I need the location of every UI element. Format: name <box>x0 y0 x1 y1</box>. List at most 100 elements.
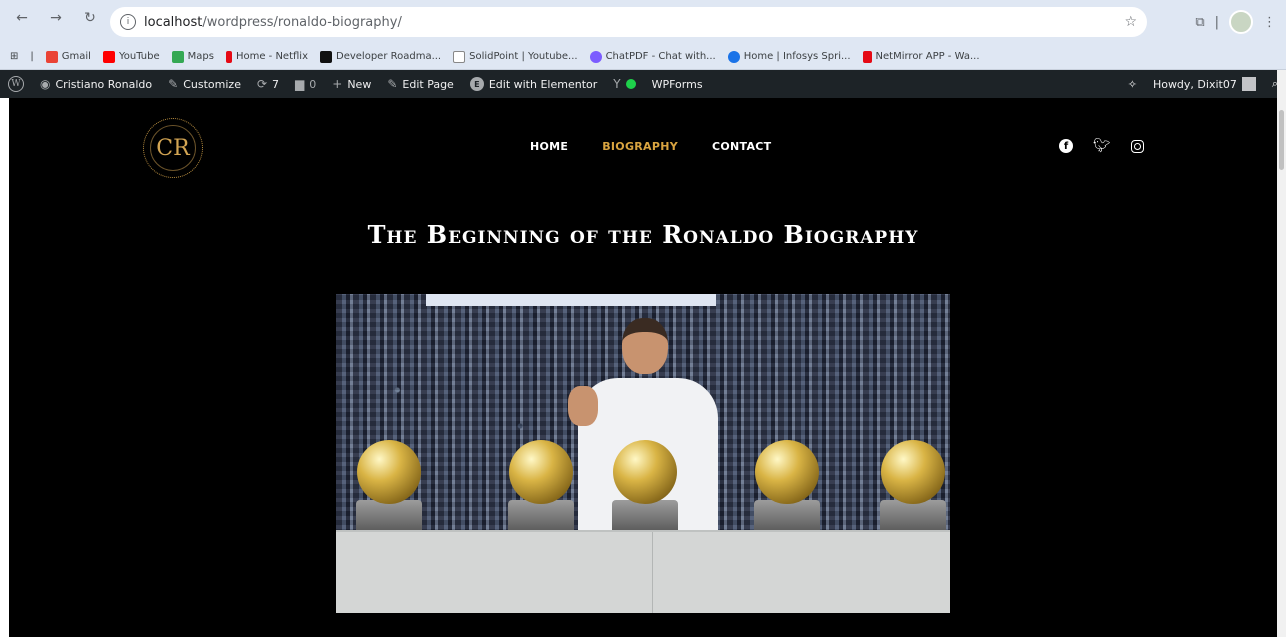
yoast-menu[interactable]: Y <box>605 77 643 91</box>
hero-image <box>336 294 950 613</box>
account-menu[interactable]: Howdy, Dixit07 <box>1145 77 1264 91</box>
comments-menu[interactable]: ▆ 0 <box>287 77 324 91</box>
browser-actions: ⧉ | ⋮ <box>1195 10 1276 34</box>
ballon-dor-trophy <box>755 440 819 504</box>
comment-icon: ▆ <box>295 77 305 91</box>
extensions-icon[interactable]: ⧉ <box>1195 15 1204 30</box>
twitter-icon[interactable]: 🐦︎ <box>1093 138 1111 154</box>
ballon-dor-trophy <box>881 440 945 504</box>
netflix-icon <box>225 50 232 63</box>
facebook-icon[interactable]: f <box>1059 139 1073 153</box>
new-content-menu[interactable]: + New <box>324 77 379 91</box>
elementor-icon: E <box>469 77 484 91</box>
bookmark-chatpdf[interactable]: ChatPDF - Chat with... <box>589 50 716 63</box>
social-links: f 🐦︎ <box>1059 138 1144 154</box>
customize-label: Customize <box>183 77 241 91</box>
bookmarks-bar: ⊞ | Gmail YouTube Maps Home - Netflix De… <box>0 44 1286 70</box>
solidpoint-icon <box>453 50 466 63</box>
comments-count: 0 <box>309 77 317 91</box>
elementor-label: Edit with Elementor <box>488 77 598 91</box>
logo-ring <box>150 125 196 171</box>
bookmark-star-icon[interactable]: ☆ <box>1124 14 1137 30</box>
bookmark-label: Home - Netflix <box>235 51 308 62</box>
wpforms-label: WPForms <box>651 77 703 91</box>
bookmark-netmirror[interactable]: NetMirror APP - Wa... <box>862 50 980 63</box>
bookmark-label: Maps <box>187 51 214 62</box>
wp-admin-bar: W ◉ Cristiano Ronaldo ✎ Customize ⟳ 7 ▆ 0 + N… <box>0 70 1286 98</box>
wpforms-menu[interactable]: WPForms <box>644 78 711 91</box>
bookmark-roadmap[interactable]: Developer Roadma... <box>320 50 442 63</box>
menu-item-home[interactable]: HOME <box>530 140 568 153</box>
bookmark-label: NetMirror APP - Wa... <box>875 51 980 62</box>
bookmark-label: ChatPDF - Chat with... <box>605 51 716 62</box>
netmirror-icon <box>862 50 872 63</box>
bookmark-youtube[interactable]: YouTube <box>102 50 160 63</box>
back-arrow-icon[interactable]: ← <box>12 10 32 26</box>
site-logo[interactable]: CR <box>143 118 203 178</box>
divider: | <box>30 51 34 62</box>
bookmark-solidpoint[interactable]: SolidPoint | Youtube... <box>453 50 578 63</box>
player-head <box>622 318 668 374</box>
edit-page-label: Edit Page <box>402 77 454 91</box>
page-content: CR HOME BIOGRAPHY CONTACT f 🐦︎ The Begin… <box>9 98 1277 637</box>
trophy-base <box>356 500 422 530</box>
updates-menu[interactable]: ⟳ 7 <box>249 77 287 91</box>
nav-buttons: ← → ↻ <box>12 10 100 26</box>
infosys-icon <box>727 50 740 63</box>
wordpress-icon: W <box>8 76 24 92</box>
admin-bar-right: ✧ Howdy, Dixit07 ⌕ <box>1120 77 1286 91</box>
player-hand <box>568 386 598 426</box>
yoast-icon: Y <box>613 77 621 91</box>
instagram-icon[interactable] <box>1130 139 1144 153</box>
edit-page-menu[interactable]: ✎ Edit Page <box>379 77 462 91</box>
ai-sparkle-menu[interactable]: ✧ <box>1120 78 1145 91</box>
menu-dots-icon[interactable]: ⋮ <box>1263 15 1276 30</box>
bookmark-label: Developer Roadma... <box>336 51 442 62</box>
pencil-icon: ✎ <box>387 77 398 91</box>
main-menu: HOME BIOGRAPHY CONTACT <box>530 140 771 153</box>
plus-icon: + <box>332 77 343 91</box>
youtube-icon <box>102 50 115 63</box>
chatpdf-icon <box>589 50 602 63</box>
page-scrollbar[interactable] <box>1277 70 1286 637</box>
ballon-dor-trophy <box>509 440 573 504</box>
trophy-base <box>508 500 574 530</box>
profile-avatar[interactable] <box>1229 10 1253 34</box>
customize-menu[interactable]: ✎ Customize <box>160 77 249 91</box>
bookmark-gmail[interactable]: Gmail <box>45 50 91 63</box>
browser-toolbar: ← → ↻ i localhost/wordpress/ronaldo-biog… <box>0 0 1286 44</box>
bookmark-netflix[interactable]: Home - Netflix <box>225 50 308 63</box>
divider: | <box>1214 14 1219 30</box>
url-host: localhost <box>144 14 203 30</box>
dashboard-icon: ◉ <box>40 77 51 91</box>
scrollbar-thumb[interactable] <box>1279 110 1284 170</box>
stadium-banner <box>426 294 716 306</box>
apps-grid-icon[interactable]: ⊞ <box>10 51 18 62</box>
bookmark-maps[interactable]: Maps <box>171 50 214 63</box>
site-info-icon[interactable]: i <box>120 14 136 30</box>
seo-status-icon <box>625 79 636 89</box>
howdy-label: Howdy, Dixit07 <box>1152 77 1237 91</box>
address-bar[interactable]: i localhost/wordpress/ronaldo-biography/… <box>110 7 1147 37</box>
reload-icon[interactable]: ↻ <box>80 10 100 26</box>
gmail-icon <box>45 50 58 63</box>
bookmark-infosys[interactable]: Home | Infosys Spri... <box>727 50 851 63</box>
forward-arrow-icon[interactable]: → <box>46 10 66 26</box>
bookmark-label: YouTube <box>118 51 160 62</box>
menu-item-biography[interactable]: BIOGRAPHY <box>602 140 678 153</box>
site-name-menu[interactable]: ◉ Cristiano Ronaldo <box>32 77 160 91</box>
ballon-dor-trophy <box>357 440 421 504</box>
avatar <box>1241 77 1256 91</box>
new-label: New <box>347 77 372 91</box>
elementor-menu[interactable]: E Edit with Elementor <box>462 77 605 91</box>
menu-item-contact[interactable]: CONTACT <box>712 140 771 153</box>
url-path: /wordpress/ronaldo-biography/ <box>202 14 402 30</box>
bookmark-label: Home | Infosys Spri... <box>743 51 851 62</box>
window-edge <box>0 98 9 637</box>
trophy-base <box>754 500 820 530</box>
brush-icon: ✎ <box>168 77 179 91</box>
bookmark-label: SolidPoint | Youtube... <box>469 51 578 62</box>
wp-logo-menu[interactable]: W <box>0 76 32 92</box>
maps-icon <box>171 50 184 63</box>
sparkle-icon: ✧ <box>1127 77 1137 91</box>
